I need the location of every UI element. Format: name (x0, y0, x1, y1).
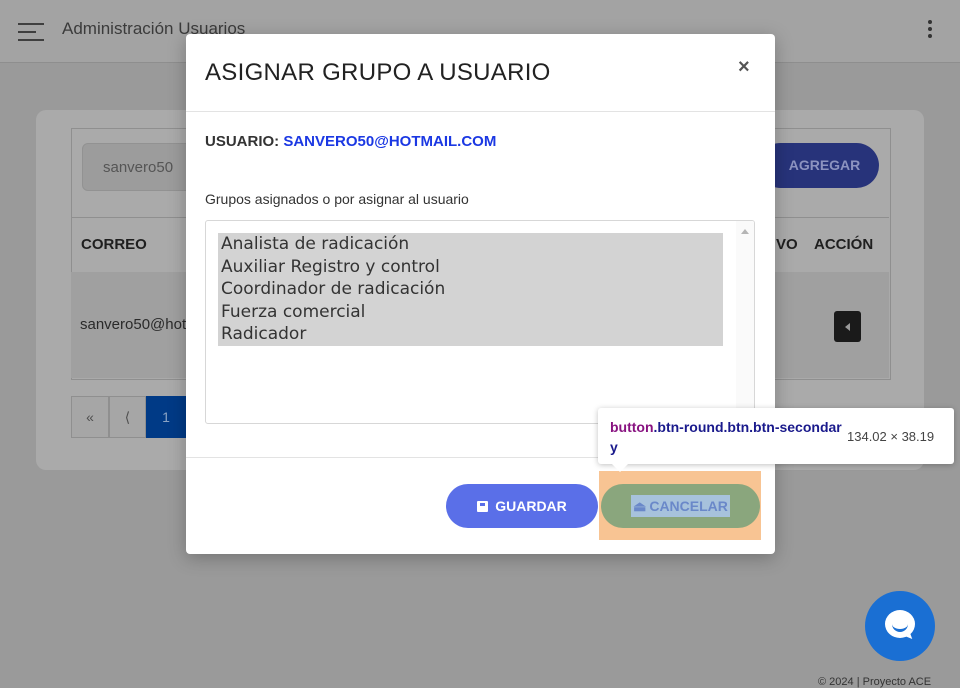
tooltip-tag: button (610, 419, 654, 435)
search-value: sanvero50 (103, 159, 174, 176)
group-option[interactable]: Auxiliar Registro y control (218, 255, 723, 278)
modal-header: ASIGNAR GRUPO A USUARIO × (186, 34, 775, 112)
close-icon[interactable]: × (738, 56, 750, 79)
pagination: « ⟨ 1 (71, 396, 186, 438)
group-option[interactable]: Coordinador de radicación (218, 278, 723, 301)
cell-correo: sanvero50@hotmail.com (80, 316, 186, 333)
save-button[interactable]: GUARDAR (446, 484, 598, 528)
chat-widget-button[interactable] (865, 591, 935, 661)
group-option[interactable]: Analista de radicación (218, 233, 723, 256)
group-options: Analista de radicación Auxiliar Registro… (218, 233, 723, 346)
column-header-accion: ACCIÓN (814, 236, 874, 253)
user-email: SANVERO50@HOTMAIL.COM (283, 133, 497, 150)
tooltip-selector: button.btn-round.btn.btn-secondary (610, 417, 842, 457)
add-button[interactable]: AGREGAR (758, 143, 879, 188)
cancel-button-content: ⏏ CANCELAR (631, 495, 730, 517)
group-option[interactable]: Radicador (218, 323, 723, 346)
cancel-button-label: CANCELAR (649, 498, 728, 514)
page-prev-button[interactable]: ⟨ (109, 396, 146, 438)
footer-text: © 2024 | Proyecto ACE (818, 676, 932, 688)
groups-multiselect[interactable]: Analista de radicación Auxiliar Registro… (205, 220, 755, 424)
floppy-disk-icon (477, 501, 489, 512)
assign-group-modal: ASIGNAR GRUPO A USUARIO × USUARIO: SANVE… (186, 34, 775, 554)
column-header-activo: VO (776, 236, 798, 253)
groups-label: Grupos asignados o por asignar al usuari… (205, 191, 469, 207)
scroll-up-arrow-icon[interactable] (741, 229, 749, 234)
add-button-label: AGREGAR (788, 157, 861, 173)
list-scrollbar[interactable] (736, 221, 754, 423)
search-input[interactable]: sanvero50 (82, 143, 194, 191)
hamburger-icon[interactable] (18, 23, 44, 41)
page-current-button[interactable]: 1 (146, 396, 186, 438)
modal-title: ASIGNAR GRUPO A USUARIO (205, 59, 551, 86)
caret-left-icon (845, 323, 850, 331)
row-action-button[interactable] (834, 311, 861, 342)
page-first-button[interactable]: « (71, 396, 109, 438)
devtools-inspect-tooltip: button.btn-round.btn.btn-secondary 134.0… (598, 408, 954, 472)
eraser-icon: ⏏ (633, 498, 647, 514)
save-button-label: GUARDAR (495, 498, 567, 514)
column-header-correo: CORREO (81, 236, 147, 253)
user-line: USUARIO: SANVERO50@HOTMAIL.COM (205, 133, 496, 150)
group-option[interactable]: Fuerza comercial (218, 300, 723, 323)
cancel-button[interactable]: ⏏ CANCELAR (601, 484, 760, 528)
kebab-icon[interactable] (928, 20, 932, 41)
user-label: USUARIO: (205, 133, 280, 150)
tooltip-size: 134.02 × 38.19 (847, 429, 935, 444)
